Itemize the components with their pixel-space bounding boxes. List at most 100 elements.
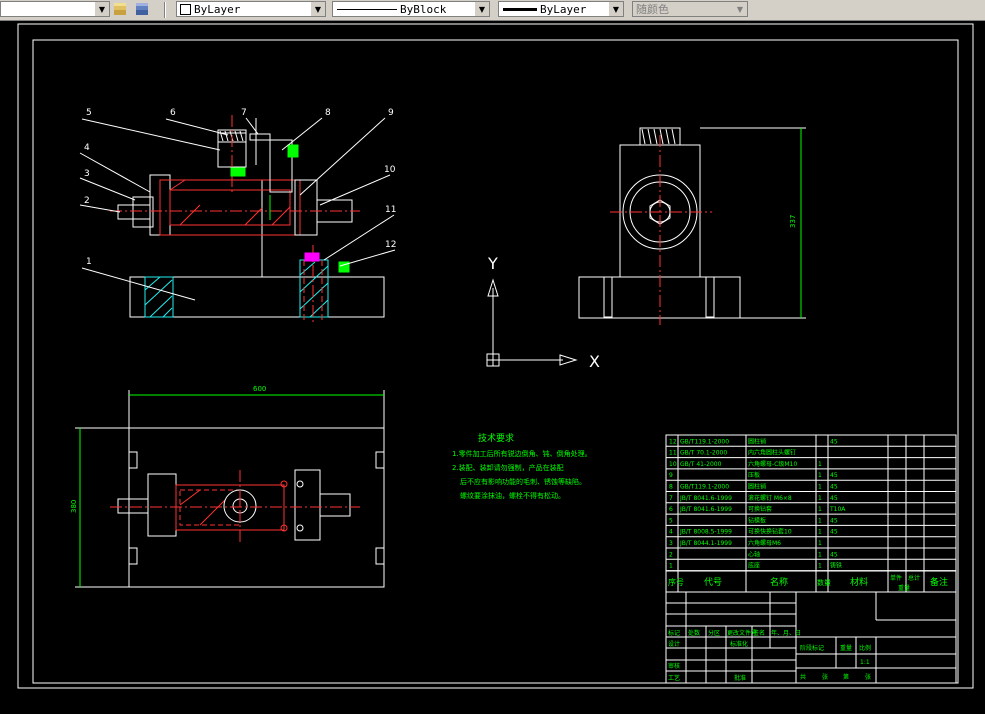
bom-cell-qty: 1 (818, 563, 822, 570)
bom-cell-material: T10A (829, 506, 846, 513)
ucs-icon (486, 278, 578, 367)
bom-cell-no: 7 (669, 495, 673, 502)
bom-cell-qty: 1 (818, 506, 822, 513)
part-number: 6 (170, 108, 176, 118)
bom-cell-name: 六角螺母-C级M10 (748, 460, 797, 468)
bom-cell-material: 铸铁 (830, 562, 842, 570)
layer-states-icon[interactable] (112, 2, 128, 18)
part-number-leaders (79, 117, 396, 301)
part-number: 4 (84, 143, 90, 153)
layer-previous-icon[interactable] (134, 2, 150, 18)
bom-cell-name: 底座 (748, 562, 760, 570)
bom-header-no: 序号 (668, 577, 684, 587)
bom-cell-material: 45 (830, 529, 838, 536)
bom-cell-code: GB/T 41-2000 (680, 461, 722, 468)
part-number: 2 (84, 196, 90, 206)
bom-cell-code: JB/T 8041.6-1999 (679, 506, 732, 513)
bom-cell-code: JB/T 8044.1-1999 (679, 540, 732, 547)
bom-cell-qty: 1 (818, 517, 822, 524)
bom-cell-name: 六角螺母M6 (748, 539, 781, 547)
bom-header-code: 代号 (704, 577, 722, 588)
part-number: 7 (241, 108, 247, 118)
tb-cell: 批准 (734, 674, 746, 682)
linetype-sample (337, 8, 397, 10)
drawing-canvas[interactable]: 5 4 3 2 1 6 7 8 9 10 11 12 337 Y X 600 3… (0, 21, 985, 710)
tb-cell: 设计 (668, 640, 680, 648)
bom-cell-qty: 1 (818, 551, 822, 558)
bom-cell-material: 45 (830, 517, 838, 524)
bom-header-remark: 备注 (930, 576, 948, 588)
bom-header-qty: 数量 (817, 578, 831, 587)
bom-cell-name: 圆柱销 (748, 483, 766, 491)
bom-cell-name: 滚花螺钉 M6×8 (748, 494, 792, 502)
tb-cell: 比例 (859, 644, 871, 652)
part-number: 8 (325, 108, 331, 118)
linetype-dropdown[interactable]: ByBlock ▼ (332, 1, 490, 17)
part-number: 11 (385, 205, 396, 215)
bom-cell-name: 压板 (748, 471, 760, 479)
bom-rows: 12 GB/T119.1-2000 圆柱销 4511 GB/T 70.1-2000 内六角… (666, 435, 956, 592)
part-number: 9 (388, 108, 394, 118)
scale-value: 1:1 (860, 659, 870, 666)
tb-cell: 张 (822, 673, 828, 681)
part-number: 10 (384, 165, 396, 175)
bom-cell-qty: 1 (818, 529, 822, 536)
dim-side-label: 337 (789, 215, 797, 228)
part-number: 12 (385, 240, 396, 250)
bom-cell-name: 心轴 (748, 550, 760, 558)
bom-cell-no: 12 (669, 438, 677, 445)
bom-cell-qty: 1 (818, 472, 822, 479)
chevron-down-icon: ▼ (733, 2, 747, 16)
chevron-down-icon[interactable]: ▼ (475, 2, 489, 16)
tb-cell: 阶段标记 (800, 644, 824, 652)
ucs-x-label: X (589, 352, 600, 371)
bom-cell-qty: 1 (818, 461, 822, 468)
lineweight-dropdown[interactable]: ByLayer ▼ (498, 1, 624, 17)
layer-dropdown[interactable]: ByLayer ▼ (176, 1, 326, 17)
tb-cell: 重量 (840, 644, 852, 652)
ucs-y-label: Y (487, 254, 498, 273)
bom-cell-material: 45 (830, 438, 838, 445)
bom-cell-material: 45 (830, 484, 838, 491)
bom-cell-name: 圆柱销 (748, 437, 766, 445)
tech-req-line: 2.装配、装卸请勿强制，产品在装配 (452, 463, 564, 472)
chevron-down-icon[interactable]: ▼ (609, 2, 623, 16)
bom-cell-material: 45 (830, 472, 838, 479)
plotstyle-dropdown: 随颜色 ▼ (632, 1, 748, 17)
technical-requirements: 技术要求 1.零件加工后所有锐边倒角、钝、倒角处理。 2.装配、装卸请勿强制，产… (452, 432, 592, 500)
bom-cell-material: 45 (830, 495, 838, 502)
bom-cell-name: 内六角圆柱头螺钉 (748, 449, 796, 457)
part-number: 3 (84, 169, 90, 179)
tb-cell: 年、月、日 (771, 629, 801, 637)
chevron-down-icon[interactable]: ▼ (311, 2, 325, 16)
bom-cell-no: 5 (669, 517, 673, 524)
tech-req-line: 1.零件加工后所有锐边倒角、钝、倒角处理。 (452, 449, 592, 458)
bom-cell-no: 3 (669, 540, 673, 547)
tb-cell: 张 (865, 673, 871, 681)
color-swatch (180, 3, 191, 15)
bom-header-weight: 重量 (898, 584, 910, 592)
bom-cell-name: 钻模板 (748, 516, 766, 524)
bom-cell-no: 1 (669, 563, 673, 570)
side-view (578, 127, 806, 325)
tb-cell: 标准化 (730, 640, 748, 648)
tech-req-title: 技术要求 (478, 432, 514, 444)
bom-cell-qty: 1 (818, 484, 822, 491)
bom-header-total: 总计 (908, 574, 920, 582)
lineweight-sample (503, 7, 537, 11)
color-dropdown[interactable]: ▼ (0, 1, 110, 17)
bom-header-material: 材料 (850, 576, 868, 588)
bom-cell-no: 4 (669, 529, 673, 536)
bom-cell-code: JB/T 8008.5-1999 (679, 529, 732, 536)
bom-cell-qty: 1 (818, 540, 822, 547)
cad-drawing: 5 4 3 2 1 6 7 8 9 10 11 12 337 Y X 600 3… (17, 23, 974, 689)
bom-cell-code: GB/T119.1-2000 (680, 484, 729, 491)
chevron-down-icon[interactable]: ▼ (95, 2, 109, 16)
tech-req-line: 螺纹要涂抹油，螺栓不得有松动。 (460, 491, 565, 500)
top-view (75, 390, 385, 588)
tb-cell: 审核 (668, 662, 680, 670)
tb-cell: 分区 (708, 629, 720, 637)
part-number: 5 (86, 108, 92, 118)
tb-cell: 处数 (688, 629, 700, 637)
tb-cell: 共 (800, 673, 806, 681)
